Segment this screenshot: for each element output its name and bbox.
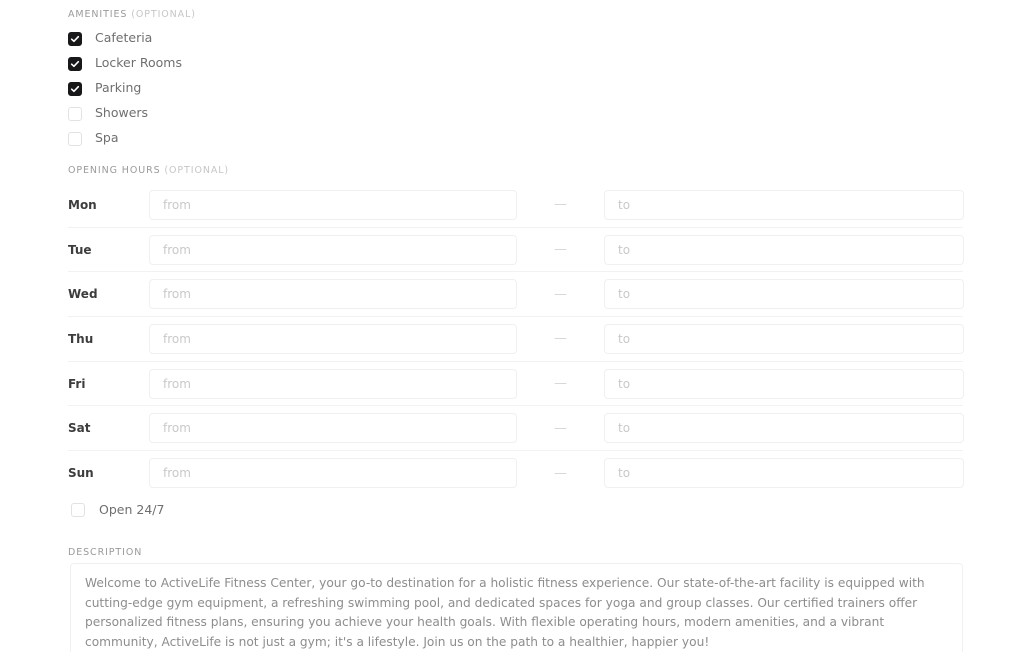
description-section-label: DESCRIPTION: [68, 547, 143, 558]
time-range-dash: —: [554, 197, 567, 213]
opening-hours-section-label: OPENING HOURS (OPTIONAL): [68, 165, 229, 176]
hours-row-sun: Sun from — to: [68, 451, 964, 496]
to-time-input[interactable]: to: [604, 413, 964, 444]
checkbox-checked-icon[interactable]: [68, 81, 82, 96]
facility-form-page: AMENITIES (OPTIONAL) Cafeteria Locker Ro…: [0, 0, 1024, 652]
amenity-row-spa[interactable]: Spa: [68, 126, 468, 151]
hours-row-mon: Mon from — to: [68, 183, 964, 228]
amenity-row-showers[interactable]: Showers: [68, 101, 468, 126]
time-range-dash: —: [554, 242, 567, 258]
hours-row-sat: Sat from — to: [68, 406, 964, 452]
from-time-input[interactable]: from: [149, 234, 517, 265]
checkbox-unchecked-icon[interactable]: [68, 131, 82, 146]
opening-hours-table: Mon from — to Tue from — to Wed from — t…: [68, 183, 964, 496]
amenity-label: Showers: [95, 105, 149, 121]
description-text: Welcome to ActiveLife Fitness Center, yo…: [85, 576, 925, 649]
from-time-input[interactable]: from: [149, 368, 517, 399]
checkbox-unchecked-icon[interactable]: [71, 503, 85, 517]
from-time-input[interactable]: from: [149, 323, 517, 354]
time-range-dash: —: [554, 420, 567, 436]
amenities-label-text: AMENITIES: [68, 9, 128, 20]
day-label: Fri: [68, 376, 86, 391]
checkbox-checked-icon[interactable]: [68, 31, 82, 46]
day-label: Sat: [68, 421, 91, 436]
from-time-input[interactable]: from: [149, 458, 517, 489]
time-range-dash: —: [554, 376, 567, 392]
time-range-dash: —: [554, 286, 567, 302]
day-label: Sun: [68, 466, 94, 481]
to-time-input[interactable]: to: [604, 189, 964, 220]
hours-row-tue: Tue from — to: [68, 228, 964, 273]
to-time-input[interactable]: to: [604, 279, 964, 310]
amenity-label: Locker Rooms: [95, 55, 182, 71]
amenity-label: Parking: [95, 80, 142, 96]
day-label: Wed: [68, 287, 98, 302]
time-range-dash: —: [554, 465, 567, 481]
to-time-input[interactable]: to: [604, 234, 964, 265]
checkbox-unchecked-icon[interactable]: [68, 106, 82, 121]
day-label: Tue: [68, 242, 92, 257]
from-time-input[interactable]: from: [149, 413, 517, 444]
hours-row-thu: Thu from — to: [68, 317, 964, 362]
open-24-7-row[interactable]: Open 24/7: [71, 503, 164, 517]
hours-row-fri: Fri from — to: [68, 362, 964, 407]
opening-hours-label-text: OPENING HOURS: [68, 165, 161, 176]
checkbox-checked-icon[interactable]: [68, 56, 82, 71]
to-time-input[interactable]: to: [604, 368, 964, 399]
time-range-dash: —: [554, 331, 567, 347]
to-time-input[interactable]: to: [604, 458, 964, 489]
amenities-section-label: AMENITIES (OPTIONAL): [68, 9, 196, 20]
description-textarea[interactable]: Welcome to ActiveLife Fitness Center, yo…: [70, 563, 963, 652]
opening-hours-optional-text: (OPTIONAL): [160, 165, 230, 176]
amenities-optional-text: (OPTIONAL): [127, 9, 196, 20]
hours-row-wed: Wed from — to: [68, 272, 964, 318]
amenity-row-parking[interactable]: Parking: [68, 76, 468, 101]
amenity-label: Spa: [95, 130, 119, 146]
day-label: Thu: [68, 331, 94, 346]
amenity-label: Cafeteria: [95, 30, 153, 46]
to-time-input[interactable]: to: [604, 323, 964, 354]
amenity-row-cafeteria[interactable]: Cafeteria: [68, 26, 468, 51]
open-24-7-label: Open 24/7: [99, 501, 165, 517]
from-time-input[interactable]: from: [149, 189, 517, 220]
day-label: Mon: [68, 197, 97, 212]
amenities-list: Cafeteria Locker Rooms Parking Showers S…: [68, 26, 468, 151]
amenity-row-locker-rooms[interactable]: Locker Rooms: [68, 51, 468, 76]
from-time-input[interactable]: from: [149, 279, 517, 310]
